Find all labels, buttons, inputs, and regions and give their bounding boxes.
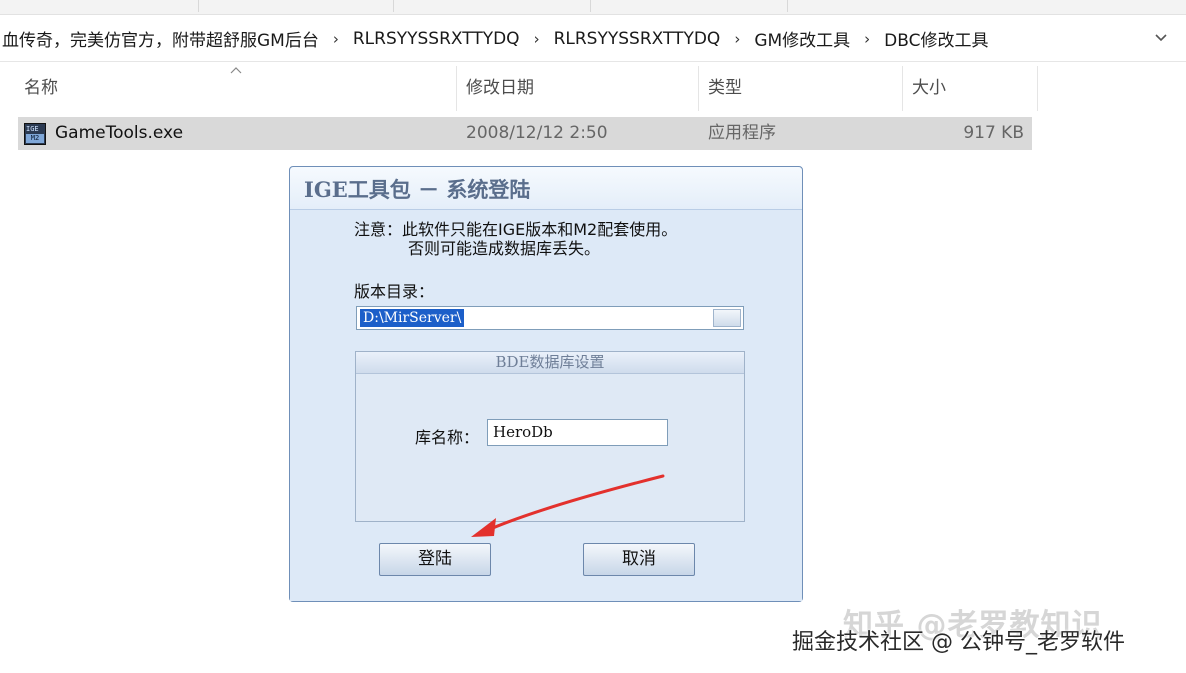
breadcrumb: 血传奇，完美仿官方，附带超舒服GM后台 › RLRSYYSSRXTTYDQ › … xyxy=(0,26,990,52)
sort-up-icon xyxy=(230,64,242,77)
chevron-right-icon[interactable]: › xyxy=(522,30,552,48)
column-header-name[interactable]: 名称 xyxy=(24,66,58,111)
notice-line-1: 注意：此软件只能在IGE版本和M2配套使用。 xyxy=(354,220,678,239)
breadcrumb-item[interactable]: RLRSYYSSRXTTYDQ xyxy=(552,29,723,49)
column-header-modified[interactable]: 修改日期 xyxy=(466,66,534,111)
breadcrumb-item[interactable]: DBC修改工具 xyxy=(882,26,990,51)
watermark-bottom: 掘金技术社区 @ 公钟号_老罗软件 xyxy=(792,630,1125,655)
file-row[interactable]: IGE M2 GameTools.exe 2008/12/12 2:50 应用程… xyxy=(18,117,1032,150)
column-divider[interactable] xyxy=(456,66,457,111)
file-modified: 2008/12/12 2:50 xyxy=(466,123,608,143)
chevron-right-icon[interactable]: › xyxy=(852,30,882,48)
column-headers: 名称 修改日期 类型 大小 xyxy=(0,66,1040,111)
group-title: BDE数据库设置 xyxy=(356,352,744,374)
dialog-title: IGE工具包 － 系统登陆 xyxy=(304,177,531,202)
file-size: 917 KB xyxy=(963,123,1024,143)
chevron-down-icon[interactable] xyxy=(1152,29,1170,47)
notice-text: 注意：此软件只能在IGE版本和M2配套使用。 否则可能造成数据库丢失。 xyxy=(354,220,677,258)
version-dir-input[interactable]: D:\MirServer\ xyxy=(356,306,744,330)
breadcrumb-item[interactable]: GM修改工具 xyxy=(752,26,852,51)
column-header-type[interactable]: 类型 xyxy=(708,66,742,111)
breadcrumb-item[interactable]: RLRSYYSSRXTTYDQ xyxy=(351,29,522,49)
column-divider[interactable] xyxy=(698,66,699,111)
browse-button[interactable] xyxy=(713,309,741,327)
db-name-input[interactable]: HeroDb xyxy=(487,419,668,446)
notice-line-2: 否则可能造成数据库丢失。 xyxy=(408,239,601,258)
address-bar[interactable]: 血传奇，完美仿官方，附带超舒服GM后台 › RLRSYYSSRXTTYDQ › … xyxy=(0,15,1186,62)
db-name-label: 库名称： xyxy=(415,428,480,447)
column-header-size[interactable]: 大小 xyxy=(912,66,946,111)
file-type: 应用程序 xyxy=(708,123,776,143)
login-dialog: IGE工具包 － 系统登陆 注意：此软件只能在IGE版本和M2配套使用。 否则可… xyxy=(289,166,803,602)
version-dir-label: 版本目录： xyxy=(354,282,435,301)
chevron-right-icon[interactable]: › xyxy=(722,30,752,48)
ribbon-remnant xyxy=(0,0,1186,15)
bde-settings-group: BDE数据库设置 库名称： HeroDb xyxy=(355,351,745,522)
chevron-right-icon[interactable]: › xyxy=(321,30,351,48)
column-divider[interactable] xyxy=(902,66,903,111)
login-button[interactable]: 登陆 xyxy=(379,543,491,576)
dialog-title-bar[interactable]: IGE工具包 － 系统登陆 xyxy=(290,167,802,210)
breadcrumb-item[interactable]: 血传奇，完美仿官方，附带超舒服GM后台 xyxy=(0,26,321,51)
file-name: GameTools.exe xyxy=(55,123,184,143)
dialog-body: 注意：此软件只能在IGE版本和M2配套使用。 否则可能造成数据库丢失。 版本目录… xyxy=(290,210,802,601)
exe-app-icon: IGE M2 xyxy=(24,123,46,145)
version-dir-value[interactable]: D:\MirServer\ xyxy=(360,309,465,327)
cancel-button[interactable]: 取消 xyxy=(583,543,695,576)
column-divider[interactable] xyxy=(1037,66,1038,111)
